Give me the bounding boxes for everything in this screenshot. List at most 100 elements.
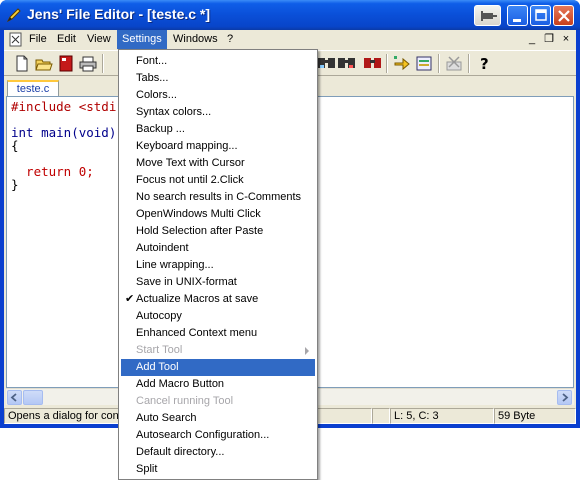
menu-item-label: Add Macro Button — [136, 378, 225, 390]
close-file-button[interactable] — [56, 54, 76, 73]
menu-settings[interactable]: Settings — [117, 30, 167, 49]
print-icon — [79, 56, 97, 72]
code-line-3: int main(void) — [11, 125, 116, 140]
menu-item-no-search-results-in-c-comments[interactable]: No search results in C-Comments — [121, 189, 315, 206]
menu-item-cancel-running-tool: Cancel running Tool — [121, 393, 315, 410]
close-button[interactable] — [553, 5, 574, 26]
mdi-close-button[interactable]: × — [558, 32, 574, 46]
menu-item-autoindent[interactable]: Autoindent — [121, 240, 315, 257]
maximize-button[interactable] — [530, 5, 551, 26]
menu-item-label: Syntax colors... — [136, 106, 212, 118]
menu-item-label: Split — [136, 463, 158, 475]
menu-item-actualize-macros-at-save[interactable]: ✔ Actualize Macros at save — [121, 291, 315, 308]
menu-view[interactable]: View — [82, 30, 116, 49]
menu-item-backup[interactable]: Backup ... — [121, 121, 315, 138]
new-file-button[interactable] — [12, 54, 32, 73]
mdi-restore-button[interactable]: ❐ — [541, 32, 557, 46]
checkmark-icon: ✔ — [125, 293, 135, 305]
menu-item-split[interactable]: Split — [121, 461, 315, 478]
menu-bar: File Edit View Settings Windows ? _ ❐ × — [4, 30, 576, 49]
file-size: 59 Byte — [494, 408, 576, 424]
menu-item-hold-selection-after-paste[interactable]: Hold Selection after Paste — [121, 223, 315, 240]
toolbar-separator — [438, 54, 440, 73]
code-line-3-text: int main(void) — [11, 125, 117, 140]
menu-item-label: OpenWindows Multi Click — [136, 208, 261, 220]
macro-button[interactable] — [414, 54, 434, 73]
window-title: Jens' File Editor - [teste.c *] — [27, 6, 211, 22]
menu-windows[interactable]: Windows — [168, 30, 223, 49]
menu-item-label: Font... — [136, 55, 168, 67]
menu-item-label: Keyboard mapping... — [136, 140, 238, 152]
scroll-left-button[interactable] — [7, 390, 22, 405]
menu-item-label: Autosearch Configuration... — [136, 429, 270, 441]
find-next-button[interactable] — [337, 54, 357, 73]
menu-item-label: Add Tool — [136, 361, 179, 373]
menu-item-enhanced-context-menu[interactable]: Enhanced Context menu — [121, 325, 315, 342]
new-file-icon — [16, 55, 28, 72]
menu-item-move-text-with-cursor[interactable]: Move Text with Cursor — [121, 155, 315, 172]
menu-item-autosearch-configuration[interactable]: Autosearch Configuration... — [121, 427, 315, 444]
menu-item-label: Cancel running Tool — [136, 395, 234, 407]
menu-item-label: Focus not until 2.Click — [136, 174, 244, 186]
scroll-right-button[interactable] — [557, 390, 572, 405]
pin-icon — [481, 11, 497, 21]
menu-item-label: Default directory... — [136, 446, 225, 458]
print-button[interactable] — [78, 54, 98, 73]
maximize-icon — [535, 9, 547, 21]
minimize-button[interactable] — [507, 5, 528, 26]
settings-dropdown-menu: Font... Tabs... Colors... Syntax colors... B… — [118, 49, 318, 480]
arrow-right-icon — [562, 393, 569, 402]
menu-item-label: Enhanced Context menu — [136, 327, 258, 339]
mdi-minimize-button[interactable]: _ — [524, 32, 540, 46]
scroll-thumb[interactable] — [23, 390, 43, 405]
menu-item-label: Hold Selection after Paste — [136, 225, 264, 237]
menu-item-label: Move Text with Cursor — [136, 157, 245, 169]
status-indicator — [372, 408, 390, 424]
menu-file[interactable]: File — [24, 30, 52, 49]
menu-item-openwindows-multi-click[interactable]: OpenWindows Multi Click — [121, 206, 315, 223]
find-button[interactable] — [317, 54, 337, 73]
minimize-icon — [513, 19, 521, 22]
menu-item-line-wrapping[interactable]: Line wrapping... — [121, 257, 315, 274]
menu-item-save-in-unix-format[interactable]: Save in UNIX-format — [121, 274, 315, 291]
menu-item-label: Autocopy — [136, 310, 182, 322]
menu-item-default-directory[interactable]: Default directory... — [121, 444, 315, 461]
binoculars-button[interactable] — [363, 54, 383, 73]
find-icon — [318, 58, 335, 68]
find-next-icon — [338, 58, 355, 68]
code-line-1: #include <stdi — [11, 99, 117, 114]
toolbar-separator — [102, 54, 104, 73]
menu-item-auto-search[interactable]: Auto Search — [121, 410, 315, 427]
menu-item-add-macro-button[interactable]: Add Macro Button — [121, 376, 315, 393]
menu-item-label: No search results in C-Comments — [136, 191, 302, 203]
title-bar[interactable]: Jens' File Editor - [teste.c *] — [0, 0, 580, 30]
menu-item-label: Line wrapping... — [136, 259, 214, 271]
menu-edit[interactable]: Edit — [52, 30, 81, 49]
goto-icon — [394, 56, 410, 71]
menu-item-colors[interactable]: Colors... — [121, 87, 315, 104]
menu-item-add-tool[interactable]: Add Tool — [121, 359, 315, 376]
help-button[interactable]: ? — [474, 54, 494, 73]
toolbar-separator — [386, 54, 388, 73]
menu-item-focus-not-until-2-click[interactable]: Focus not until 2.Click — [121, 172, 315, 189]
tab-teste-c[interactable]: teste.c — [7, 80, 59, 97]
pen-app-icon — [6, 8, 21, 23]
menu-item-font[interactable]: Font... — [121, 53, 315, 70]
goto-button[interactable] — [392, 54, 412, 73]
toolbar-separator — [468, 54, 470, 73]
menu-item-label: Start Tool — [136, 344, 183, 356]
document-icon[interactable] — [8, 32, 24, 47]
menu-help[interactable]: ? — [222, 30, 238, 49]
menu-item-label: Colors... — [136, 89, 177, 101]
menu-item-autocopy[interactable]: Autocopy — [121, 308, 315, 325]
menu-item-tabs[interactable]: Tabs... — [121, 70, 315, 87]
delete-tool-button[interactable] — [444, 54, 464, 73]
close-icon — [558, 10, 570, 22]
open-file-button[interactable] — [34, 54, 54, 73]
code-line-6: return 0; — [11, 164, 94, 179]
menu-item-label: Autoindent — [136, 242, 189, 254]
pin-button[interactable] — [474, 5, 501, 26]
open-folder-icon — [35, 59, 53, 71]
menu-item-keyboard-mapping[interactable]: Keyboard mapping... — [121, 138, 315, 155]
menu-item-syntax-colors[interactable]: Syntax colors... — [121, 104, 315, 121]
